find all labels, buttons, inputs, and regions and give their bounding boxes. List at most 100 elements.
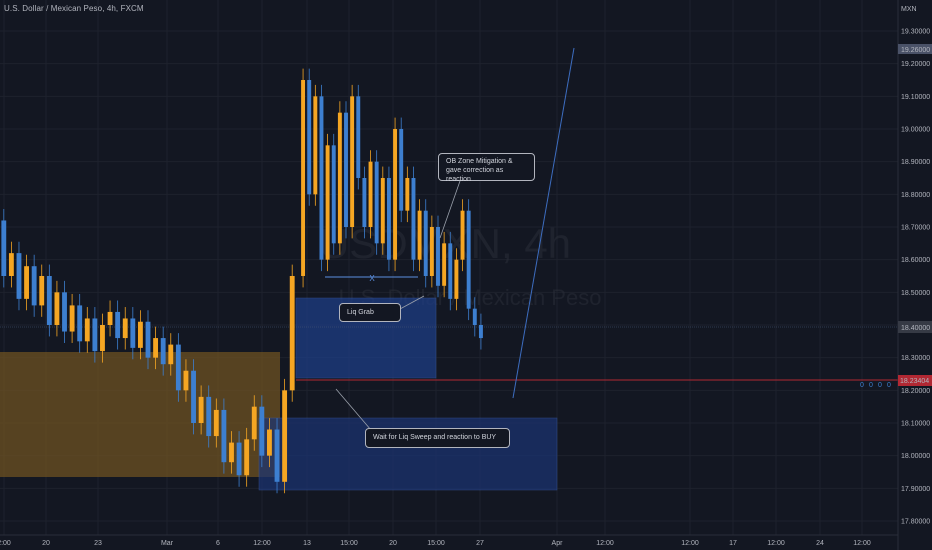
price-tick-label: 18.80000 xyxy=(901,192,930,199)
wait-note[interactable]: Wait for Liq Sweep and reaction to BUY xyxy=(365,428,510,448)
price-tick-label: 19.10000 xyxy=(901,94,930,101)
candle-body xyxy=(198,396,204,423)
time-tick-label: 12:00 xyxy=(596,540,614,547)
time-tick-label: 12:00 xyxy=(767,540,785,547)
candle-body xyxy=(191,370,196,423)
price-axis[interactable]: MXN 19.30000 19.20000 19.10000 19.00000 18.9… xyxy=(897,0,932,550)
time-tick-label: 6 xyxy=(216,540,220,547)
candle-body xyxy=(39,276,45,306)
candle-body xyxy=(460,210,465,260)
candle-body xyxy=(69,305,75,332)
candle-body xyxy=(100,325,105,352)
candle-body xyxy=(145,321,151,358)
candle-body xyxy=(472,308,477,325)
candle-body xyxy=(442,243,447,286)
price-tick-label: 18.70000 xyxy=(901,225,930,232)
candle-body xyxy=(356,96,361,178)
candle-body xyxy=(46,276,52,325)
current-price-tag-label: 18.40000 xyxy=(901,325,930,332)
alert-icon[interactable]: 0 xyxy=(860,382,864,389)
price-tick-label: 17.80000 xyxy=(901,519,930,526)
candle-body xyxy=(417,210,422,260)
price-tick-label: 19.30000 xyxy=(901,29,930,36)
price-tick-label: 19.20000 xyxy=(901,61,930,68)
candle-body xyxy=(405,178,410,211)
candle-body xyxy=(130,318,136,348)
candle-body xyxy=(206,396,212,437)
ob-zone-note[interactable]: OB Zone Mitigation & gave correction as … xyxy=(438,153,535,183)
candle-body xyxy=(478,325,483,339)
candle-body xyxy=(423,210,428,276)
candle-body xyxy=(282,390,288,482)
ob-zone-note-text: OB Zone Mitigation & gave correction as … xyxy=(446,158,513,183)
candle-body xyxy=(77,305,83,342)
price-tick-label: 18.50000 xyxy=(901,290,930,297)
time-tick-label: 17 xyxy=(729,540,737,547)
candle-body xyxy=(393,129,398,260)
time-tick-label: 12:00 xyxy=(253,540,271,547)
candle-body xyxy=(313,96,318,195)
candle-body xyxy=(368,161,373,227)
time-axis[interactable]: 2:00 20 23 Mar 6 12:00 13 15:00 20 15:00 27 Apr 12:0… xyxy=(0,534,898,547)
alert-icons[interactable]: 0 0 0 0 xyxy=(860,382,891,389)
time-tick-label: 13 xyxy=(303,540,311,547)
time-tick-label: 2:00 xyxy=(0,540,11,547)
candle-body xyxy=(62,292,67,332)
time-tick-label: 15:00 xyxy=(340,540,358,547)
time-tick-label: 24 xyxy=(816,540,824,547)
candle-body xyxy=(350,96,355,227)
chart-title: U.S. Dollar / Mexican Peso, 4h, FXCM xyxy=(4,4,144,13)
candle-body xyxy=(236,442,242,476)
alert-icon[interactable]: 0 xyxy=(878,382,882,389)
candle-body xyxy=(331,145,336,244)
candle-body xyxy=(386,178,391,260)
candle-body xyxy=(175,344,181,391)
candle-body xyxy=(115,311,121,339)
candle-body xyxy=(380,178,385,244)
candle-body xyxy=(153,338,159,358)
price-tick-label: 19.00000 xyxy=(901,127,930,134)
price-tick-label: 18.60000 xyxy=(901,257,930,264)
candle-body xyxy=(399,129,404,211)
candle-body xyxy=(229,442,234,463)
price-tick-label: 18.20000 xyxy=(901,388,930,395)
candle-body xyxy=(213,409,219,437)
time-tick-label: 20 xyxy=(42,540,50,547)
candle-body xyxy=(84,318,90,342)
candle-body xyxy=(183,370,189,391)
candle-body xyxy=(344,112,348,227)
candle-body xyxy=(429,227,434,276)
price-tick-label: 17.90000 xyxy=(901,486,930,493)
candle-body xyxy=(92,318,98,352)
candle-body xyxy=(1,220,7,276)
time-tick-label: 27 xyxy=(476,540,484,547)
candle-body xyxy=(274,429,280,482)
candle-body xyxy=(436,227,440,286)
price-tick-label: 18.30000 xyxy=(901,355,930,362)
candle-body xyxy=(454,259,459,299)
candle-body xyxy=(16,253,22,299)
candle-body xyxy=(307,80,312,195)
time-tick-label: 12:00 xyxy=(681,540,699,547)
candle-body xyxy=(448,243,453,299)
candle-body xyxy=(301,80,306,276)
candle-body xyxy=(137,321,143,348)
candle-body xyxy=(8,253,14,276)
alert-icon[interactable]: 0 xyxy=(869,382,873,389)
liq-grab-note[interactable]: Liq Grab xyxy=(339,303,401,322)
candle-body xyxy=(221,409,227,463)
x-marker-label: X xyxy=(369,274,375,283)
alert-icon[interactable]: 0 xyxy=(887,382,891,389)
price-tick-label: 18.00000 xyxy=(901,453,930,460)
candle-body xyxy=(24,266,29,299)
time-tick-label: 15:00 xyxy=(427,540,445,547)
chart-canvas[interactable]: USDMXN, 4h U.S. Dollar / Mexican Peso X … xyxy=(0,0,932,550)
candle-body xyxy=(411,178,416,260)
candle-body xyxy=(31,266,37,306)
candle-body xyxy=(466,210,471,309)
candle-body xyxy=(374,161,379,244)
candle-body xyxy=(107,311,113,325)
candle-body xyxy=(54,292,60,325)
candle-body xyxy=(251,406,257,440)
candle-body xyxy=(289,276,295,391)
